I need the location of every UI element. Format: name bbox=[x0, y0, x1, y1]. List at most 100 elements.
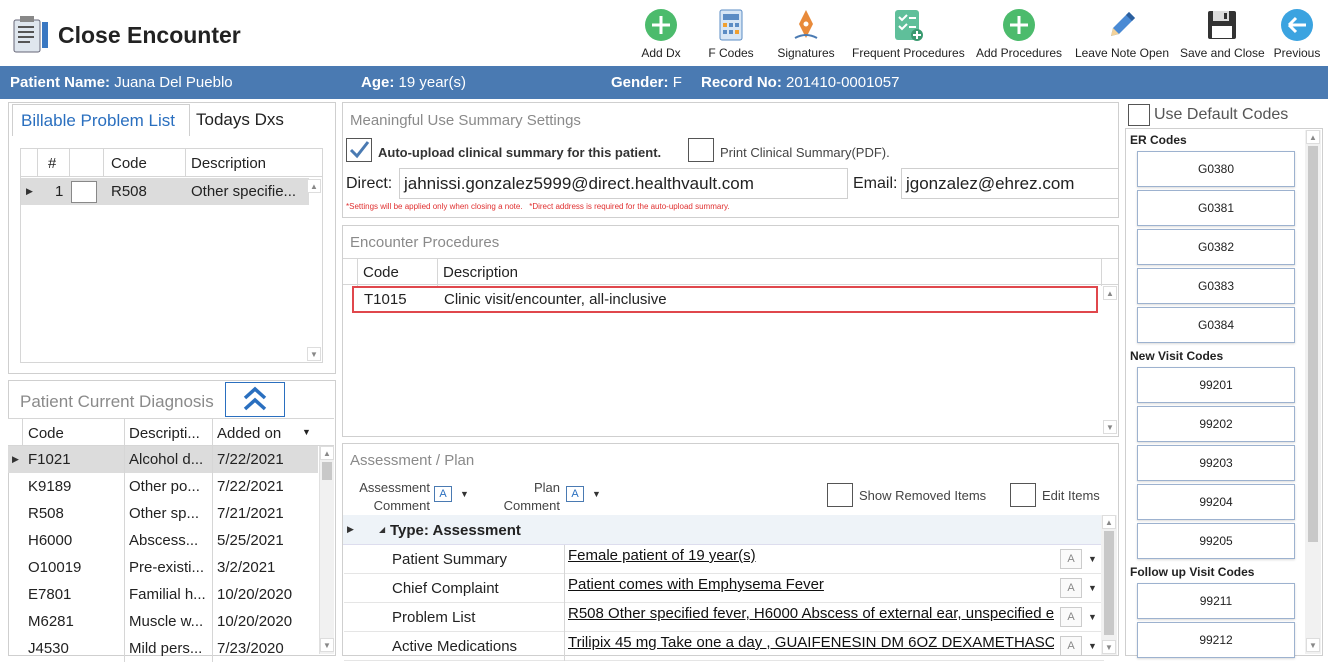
table-row[interactable]: E7801 Familial h... 10/20/2020 bbox=[8, 581, 318, 608]
text-format-icon[interactable]: A bbox=[1060, 636, 1082, 656]
text-format-icon[interactable]: A bbox=[1060, 549, 1082, 569]
code-button[interactable]: 99211 bbox=[1137, 583, 1295, 619]
assessment-comment-dropdown[interactable]: A ▼ bbox=[434, 484, 472, 506]
table-row[interactable]: ▶ 1 R508 Other specifie... bbox=[21, 178, 309, 205]
col-code[interactable]: Code bbox=[111, 155, 147, 172]
code-button[interactable]: G0384 bbox=[1137, 307, 1295, 343]
code-button[interactable]: G0383 bbox=[1137, 268, 1295, 304]
frequent-procedures-button[interactable]: Frequent Procedures bbox=[852, 8, 965, 64]
use-default-codes-label: Use Default Codes bbox=[1154, 106, 1289, 123]
scroll-down-button[interactable]: ▼ bbox=[307, 347, 321, 361]
col-added-on[interactable]: Added on bbox=[217, 425, 281, 442]
col-number[interactable]: # bbox=[48, 155, 56, 172]
col-description[interactable]: Description bbox=[443, 264, 518, 281]
dx-description: Other sp... bbox=[129, 505, 200, 522]
col-description[interactable]: Description bbox=[191, 155, 266, 172]
scroll-up-button[interactable]: ▲ bbox=[307, 179, 321, 193]
table-row[interactable]: ▶ F1021 Alcohol d... 7/22/2021 bbox=[8, 446, 318, 473]
email-input[interactable]: jgonzalez@ehrez.com bbox=[901, 168, 1119, 199]
save-and-close-button[interactable]: Save and Close bbox=[1180, 8, 1265, 64]
scroll-up-button[interactable]: ▲ bbox=[1306, 130, 1320, 144]
email-label: Email: bbox=[853, 175, 898, 192]
assessment-row[interactable]: Patient Summary Female patient of 19 year… bbox=[344, 545, 1104, 574]
scroll-thumb[interactable] bbox=[1308, 146, 1318, 542]
scroll-down-button[interactable]: ▼ bbox=[320, 638, 334, 652]
code-button[interactable]: G0381 bbox=[1137, 190, 1295, 226]
text-format-icon[interactable]: A bbox=[1060, 578, 1082, 598]
table-row[interactable]: O10019 Pre-existi... 3/2/2021 bbox=[8, 554, 318, 581]
auto-upload-checkbox[interactable] bbox=[346, 138, 372, 162]
add-procedures-button[interactable]: Add Procedures bbox=[974, 8, 1064, 64]
table-row[interactable]: K9189 Other po... 7/22/2021 bbox=[8, 473, 318, 500]
assessment-row[interactable]: Problem List R508 Other specified fever, … bbox=[344, 603, 1104, 632]
assessment-scrollbar[interactable]: ▲ ▼ bbox=[1101, 515, 1117, 655]
scroll-up-button[interactable]: ▲ bbox=[1102, 515, 1116, 529]
text-format-icon[interactable]: A bbox=[1060, 607, 1082, 627]
direct-label: Direct: bbox=[346, 175, 393, 192]
code-button[interactable]: 99204 bbox=[1137, 484, 1295, 520]
dx-added-on: 10/20/2020 bbox=[217, 613, 293, 630]
assessment-row-value[interactable]: Trilipix 45 mg Take one a day , GUAIFENE… bbox=[568, 634, 1054, 651]
f-codes-button[interactable]: F Codes bbox=[706, 8, 756, 64]
sort-desc-icon[interactable]: ▼ bbox=[302, 427, 311, 437]
col-code[interactable]: Code bbox=[28, 425, 64, 442]
diagnosis-header: Code Descripti... Added on ▼ bbox=[8, 418, 334, 447]
scroll-thumb[interactable] bbox=[322, 462, 332, 480]
title-bar: Close Encounter Add Dx F Codes Signature… bbox=[0, 0, 1328, 66]
signatures-button[interactable]: Signatures bbox=[776, 8, 836, 64]
direct-address-input[interactable]: jahnissi.gonzalez5999@direct.healthvault… bbox=[399, 168, 848, 199]
table-row[interactable]: J4530 Mild pers... 7/23/2020 bbox=[8, 635, 318, 662]
code-button[interactable]: G0380 bbox=[1137, 151, 1295, 187]
chevron-down-icon[interactable]: ▼ bbox=[1088, 641, 1097, 651]
scroll-thumb[interactable] bbox=[1104, 531, 1114, 635]
gender-label: Gender: bbox=[611, 74, 669, 91]
scroll-up-button[interactable]: ▲ bbox=[1103, 286, 1117, 300]
chevron-down-icon[interactable]: ▼ bbox=[1088, 612, 1097, 622]
assessment-row-value[interactable]: R508 Other specified fever, H6000 Absces… bbox=[568, 605, 1054, 622]
code-button[interactable]: 99212 bbox=[1137, 622, 1295, 658]
collapse-triangle-icon[interactable]: ◢ bbox=[379, 525, 385, 534]
code-button[interactable]: 99201 bbox=[1137, 367, 1295, 403]
diagnosis-scrollbar[interactable]: ▲ ▼ bbox=[319, 446, 334, 654]
table-row[interactable]: T1015 Clinic visit/encounter, all-inclus… bbox=[352, 286, 1098, 313]
assessment-comment-line2: Comment bbox=[373, 498, 430, 513]
table-row[interactable]: H6000 Abscess... 5/25/2021 bbox=[8, 527, 318, 554]
collapse-button[interactable] bbox=[225, 382, 285, 417]
scroll-up-button[interactable]: ▲ bbox=[320, 446, 334, 460]
show-removed-checkbox[interactable] bbox=[827, 483, 853, 507]
back-arrow-icon bbox=[1281, 9, 1313, 41]
table-row[interactable]: R508 Other sp... 7/21/2021 bbox=[8, 500, 318, 527]
col-code[interactable]: Code bbox=[363, 264, 399, 281]
col-description[interactable]: Descripti... bbox=[129, 425, 200, 442]
assessment-row-label: Problem List bbox=[392, 609, 476, 626]
assessment-row-value[interactable]: Female patient of 19 year(s) bbox=[568, 547, 1054, 564]
problem-list-header: # Code Description bbox=[21, 149, 322, 177]
code-button[interactable]: 99202 bbox=[1137, 406, 1295, 442]
assessment-row[interactable]: Active Medications Trilipix 45 mg Take on… bbox=[344, 632, 1104, 661]
row-checkbox[interactable] bbox=[71, 181, 97, 203]
code-button[interactable]: 99203 bbox=[1137, 445, 1295, 481]
add-dx-button[interactable]: Add Dx bbox=[636, 8, 686, 64]
print-summary-checkbox[interactable] bbox=[688, 138, 714, 162]
assessment-group-row[interactable]: ▶ ◢ Type: Assessment bbox=[343, 515, 1101, 545]
tab-todays-dxs[interactable]: Todays Dxs bbox=[196, 110, 284, 130]
previous-button[interactable]: Previous bbox=[1272, 8, 1322, 64]
scroll-down-button[interactable]: ▼ bbox=[1103, 420, 1117, 434]
code-button[interactable]: G0382 bbox=[1137, 229, 1295, 265]
table-row[interactable]: M6281 Muscle w... 10/20/2020 bbox=[8, 608, 318, 635]
group-title: Type: Assessment bbox=[390, 522, 521, 539]
chevron-down-icon[interactable]: ▼ bbox=[1088, 583, 1097, 593]
plan-comment-dropdown[interactable]: A ▼ bbox=[566, 484, 604, 506]
code-button[interactable]: 99205 bbox=[1137, 523, 1295, 559]
edit-items-checkbox[interactable] bbox=[1010, 483, 1036, 507]
scroll-down-button[interactable]: ▼ bbox=[1102, 640, 1116, 654]
scroll-down-button[interactable]: ▼ bbox=[1306, 638, 1320, 652]
tab-billable-problem-list[interactable]: Billable Problem List bbox=[12, 104, 190, 136]
chevron-down-icon[interactable]: ▼ bbox=[1088, 554, 1097, 564]
assessment-comment-label: Assessment Comment bbox=[356, 479, 430, 515]
use-default-codes-checkbox[interactable] bbox=[1128, 104, 1150, 126]
assessment-row-value[interactable]: Patient comes with Emphysema Fever bbox=[568, 576, 1054, 593]
assessment-row[interactable]: Chief Complaint Patient comes with Emphys… bbox=[344, 574, 1104, 603]
leave-note-open-button[interactable]: Leave Note Open bbox=[1074, 8, 1170, 64]
codes-scrollbar[interactable]: ▲ ▼ bbox=[1305, 130, 1321, 654]
